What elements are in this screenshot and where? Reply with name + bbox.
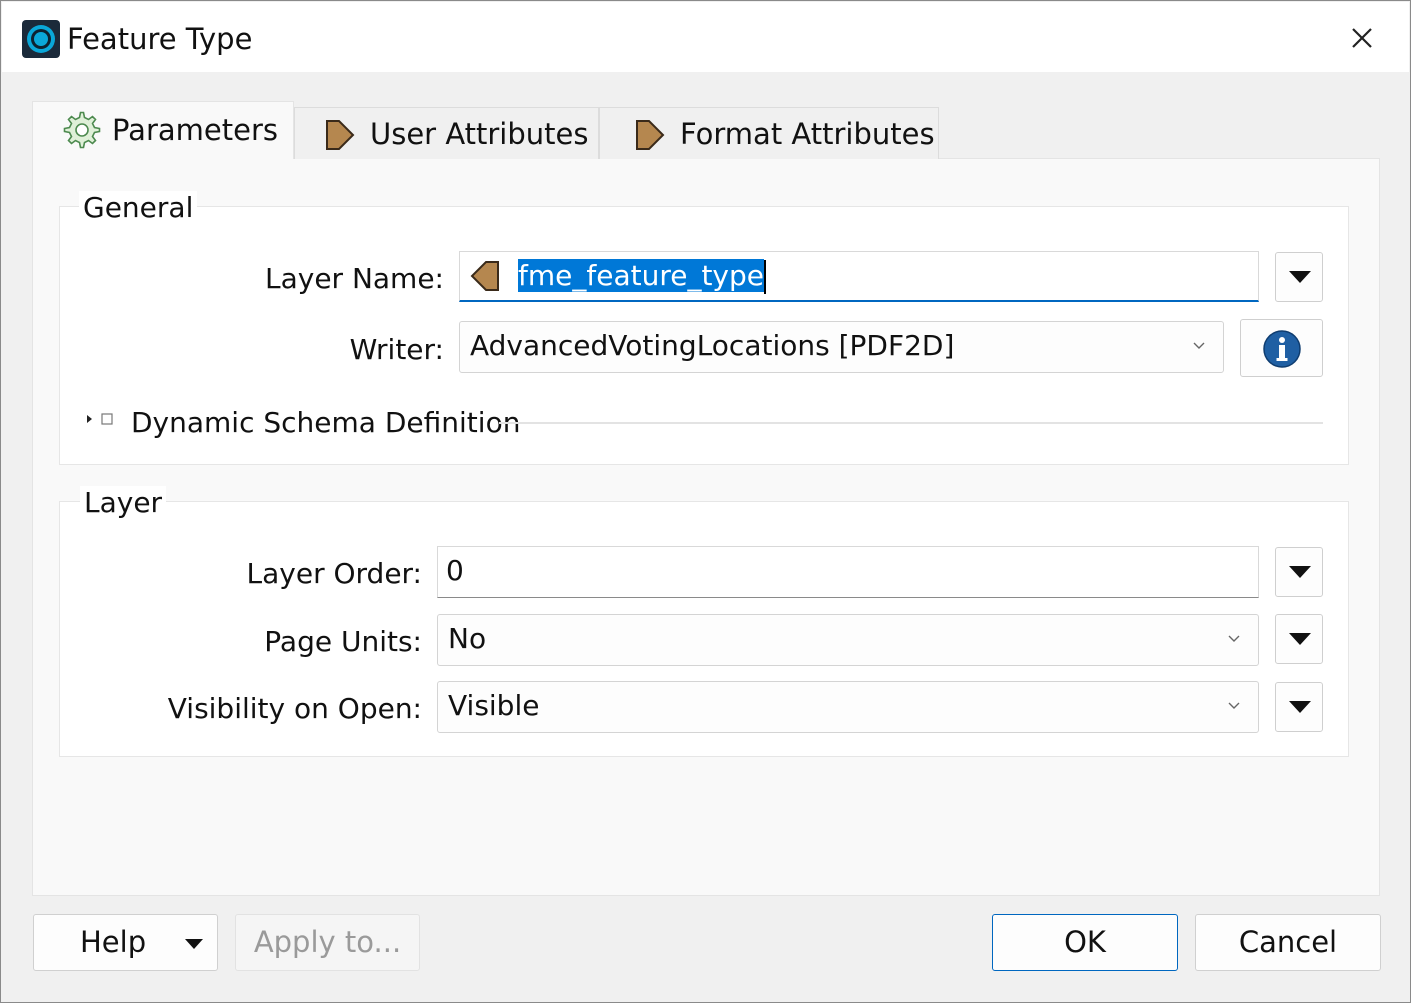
triangle-down-icon bbox=[1289, 633, 1311, 645]
help-button[interactable]: Help bbox=[33, 914, 218, 971]
cancel-button[interactable]: Cancel bbox=[1195, 914, 1381, 971]
tab-parameters-label: Parameters bbox=[112, 113, 278, 147]
chevron-down-icon bbox=[1228, 702, 1240, 709]
visibility-value: Visible bbox=[448, 689, 540, 722]
layer-order-input[interactable]: 0 bbox=[437, 546, 1259, 598]
tab-parameters[interactable]: Parameters bbox=[32, 101, 294, 159]
page-units-label: Page Units: bbox=[264, 625, 422, 658]
triangle-down-icon bbox=[185, 939, 203, 949]
page-units-menu-button[interactable] bbox=[1275, 614, 1323, 664]
arrow-right-icon bbox=[636, 120, 665, 150]
layer-order-label: Layer Order: bbox=[246, 557, 422, 590]
triangle-down-icon bbox=[1289, 271, 1311, 283]
section-divider bbox=[499, 422, 1323, 424]
writer-select[interactable]: AdvancedVotingLocations [PDF2D] bbox=[459, 321, 1224, 373]
tab-format-attributes-label: Format Attributes bbox=[680, 117, 935, 151]
fme-app-icon bbox=[22, 20, 60, 58]
triangle-down-icon bbox=[1289, 701, 1311, 713]
chevron-down-icon bbox=[1193, 342, 1205, 349]
title-bar: Feature Type bbox=[2, 2, 1409, 72]
arrow-right-icon bbox=[326, 120, 355, 150]
general-group-title: General bbox=[79, 191, 198, 225]
ok-button[interactable]: OK bbox=[992, 914, 1178, 971]
layer-name-label: Layer Name: bbox=[264, 262, 444, 295]
close-icon[interactable] bbox=[1338, 14, 1386, 62]
arrow-left-icon bbox=[470, 261, 499, 291]
page-units-select[interactable]: No bbox=[437, 614, 1259, 666]
layer-order-value: 0 bbox=[446, 554, 464, 587]
cancel-button-label: Cancel bbox=[1238, 925, 1338, 959]
dynamic-schema-toggle[interactable]: Dynamic Schema Definition bbox=[131, 406, 520, 440]
writer-info-button[interactable] bbox=[1240, 319, 1323, 377]
writer-value: AdvancedVotingLocations [PDF2D] bbox=[470, 329, 955, 362]
layer-name-value: fme_feature_type bbox=[518, 259, 764, 292]
visibility-select[interactable]: Visible bbox=[437, 681, 1259, 733]
visibility-label: Visibility on Open: bbox=[167, 692, 422, 725]
chevron-down-icon bbox=[1228, 635, 1240, 642]
layer-group-title: Layer bbox=[80, 486, 167, 520]
layer-name-menu-button[interactable] bbox=[1275, 252, 1323, 302]
tab-format-attributes[interactable]: Format Attributes bbox=[599, 107, 939, 159]
apply-to-button-label: Apply to... bbox=[253, 925, 402, 959]
page-units-value: No bbox=[448, 622, 487, 655]
layer-name-input[interactable]: fme_feature_type bbox=[459, 251, 1259, 302]
layer-order-menu-button[interactable] bbox=[1275, 547, 1323, 597]
apply-to-button[interactable]: Apply to... bbox=[235, 914, 420, 971]
text-caret bbox=[764, 260, 766, 294]
feature-type-dialog: Feature Type Parameters User Attributes … bbox=[0, 0, 1411, 1003]
help-button-label: Help bbox=[80, 925, 147, 959]
info-icon bbox=[1263, 330, 1301, 368]
triangle-down-icon bbox=[1289, 566, 1311, 578]
expand-toggle-icon[interactable] bbox=[85, 407, 125, 435]
visibility-menu-button[interactable] bbox=[1275, 682, 1323, 732]
ok-button-label: OK bbox=[1064, 925, 1106, 959]
tab-user-attributes[interactable]: User Attributes bbox=[294, 107, 599, 159]
writer-label: Writer: bbox=[349, 333, 444, 366]
gear-icon bbox=[63, 111, 101, 149]
tab-user-attributes-label: User Attributes bbox=[370, 117, 589, 151]
window-title: Feature Type bbox=[67, 22, 253, 56]
